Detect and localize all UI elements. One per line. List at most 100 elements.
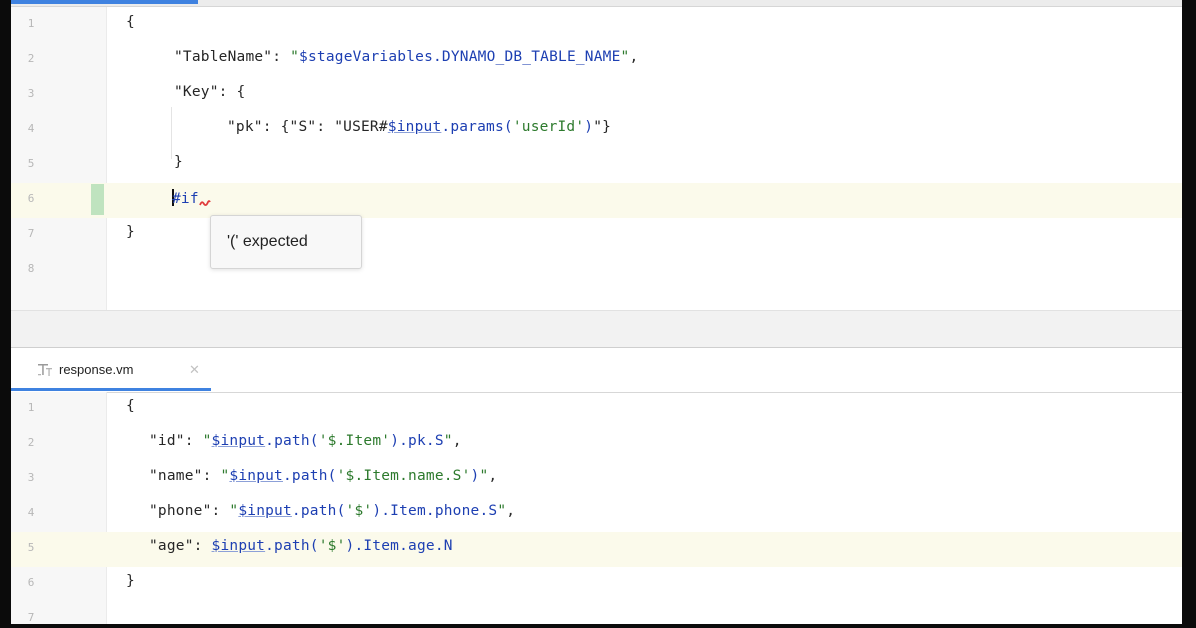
line-number: 4 — [27, 122, 35, 135]
line-number: 5 — [27, 157, 35, 170]
line-number: 6 — [27, 192, 35, 205]
code-token: #if — [172, 191, 199, 207]
code-token: $input — [238, 503, 292, 519]
pane-splitter[interactable] — [11, 310, 1182, 348]
error-tooltip-text: '(' expected — [227, 233, 308, 250]
code-token: " — [202, 433, 212, 449]
code-token: "age" — [149, 538, 194, 554]
code-token: '$' — [318, 538, 346, 554]
code-line[interactable]: 4 "pk": {"S": "USER#$input.params('userI… — [11, 113, 1182, 148]
code-token: , — [629, 49, 639, 65]
code-token: : — [193, 538, 212, 554]
code-token: .path( — [265, 538, 319, 554]
code-token: " — [229, 503, 239, 519]
code-token: $input — [387, 119, 442, 135]
code-line[interactable]: 1 { — [11, 8, 1182, 43]
code-token: , — [488, 468, 498, 484]
error-tooltip: '(' expected — [210, 215, 362, 269]
code-token: , — [452, 433, 462, 449]
code-token: $input — [229, 468, 283, 484]
code-text: "id": "$input.path('$.Item').pk.S", — [149, 433, 462, 449]
code-token: .path( — [265, 433, 319, 449]
code-text: } — [126, 224, 135, 240]
request-template-editor[interactable]: 1 { 2 "TableName": "$stageVariables.DYNA… — [11, 7, 1182, 310]
code-token: .path( — [291, 503, 346, 519]
code-text: { — [126, 398, 135, 414]
code-text: } — [126, 573, 135, 589]
code-token: } — [126, 573, 135, 589]
code-token: "USER# — [334, 119, 388, 135]
code-line[interactable]: 4 "phone": "$input.path('$').Item.phone.… — [11, 497, 1182, 532]
code-token: " — [290, 49, 300, 65]
code-token: : { — [262, 119, 290, 135]
code-token: : { — [218, 84, 246, 100]
code-token: "Key" — [174, 84, 219, 100]
code-line[interactable]: 2 "id": "$input.path('$.Item').pk.S", — [11, 427, 1182, 462]
code-token: " — [443, 433, 453, 449]
code-token: "} — [593, 119, 612, 135]
code-token: "TableName" — [174, 49, 273, 65]
code-text: "phone": "$input.path('$').Item.phone.S"… — [149, 503, 515, 519]
code-token: "id" — [149, 433, 185, 449]
code-token: '$.Item.name.S' — [336, 468, 471, 484]
code-text: #if — [172, 189, 211, 207]
code-line[interactable]: 7 — [11, 602, 1182, 624]
code-token: } — [174, 154, 183, 170]
code-line[interactable]: 5 } — [11, 148, 1182, 183]
code-token: '$' — [345, 503, 373, 519]
code-line[interactable]: 8 — [11, 253, 1182, 288]
line-number: 5 — [27, 541, 35, 554]
close-icon[interactable]: ✕ — [189, 362, 200, 378]
active-tab-indicator — [11, 0, 198, 4]
line-number: 1 — [27, 401, 35, 414]
error-squiggle-icon — [198, 200, 211, 206]
code-line[interactable]: 6 } — [11, 567, 1182, 602]
code-token: } — [126, 224, 135, 240]
ide-window: 1 { 2 "TableName": "$stageVariables.DYNA… — [0, 0, 1196, 628]
code-token: { — [126, 398, 135, 414]
code-token: .path( — [283, 468, 337, 484]
line-number: 7 — [27, 227, 35, 240]
tab-response-vm[interactable]: response.vm ✕ — [11, 348, 211, 391]
code-token: .DYNAMO_DB_TABLE_NAME — [433, 49, 621, 65]
line-number: 6 — [27, 576, 35, 589]
code-text: { — [126, 14, 135, 30]
code-token: : — [316, 119, 335, 135]
code-token: "name" — [149, 468, 203, 484]
code-text: } — [174, 154, 183, 170]
code-token: , — [506, 503, 516, 519]
code-token: ).Item.age.N — [345, 538, 453, 554]
code-token: " — [497, 503, 507, 519]
vcs-change-marker[interactable] — [91, 184, 104, 215]
code-line-current[interactable]: 5 "age": $input.path('$').Item.age.N — [11, 532, 1182, 567]
code-token: '$.Item' — [318, 433, 391, 449]
top-tab-strip — [11, 0, 1182, 7]
code-token: $input — [211, 538, 266, 554]
code-line[interactable]: 2 "TableName": "$stageVariables.DYNAMO_D… — [11, 43, 1182, 78]
code-token: ).pk.S — [390, 433, 444, 449]
code-line[interactable]: 3 "Key": { — [11, 78, 1182, 113]
code-token: $input — [211, 433, 266, 449]
code-line[interactable]: 3 "name": "$input.path('$.Item.name.S')"… — [11, 462, 1182, 497]
code-token: ) — [584, 119, 594, 135]
response-template-editor[interactable]: 1 { 2 "id": "$input.path('$.Item').pk.S"… — [11, 392, 1182, 624]
code-token: "phone" — [149, 503, 212, 519]
code-token: "S" — [289, 119, 317, 135]
line-number: 4 — [27, 506, 35, 519]
code-token: : — [202, 468, 221, 484]
code-line-current[interactable]: 6 #if — [11, 183, 1182, 218]
line-number: 3 — [27, 471, 35, 484]
line-number: 1 — [27, 17, 35, 30]
code-token: ).Item.phone.S — [372, 503, 498, 519]
code-token: "pk" — [227, 119, 263, 135]
tab-label: response.vm — [59, 362, 134, 377]
code-line[interactable]: 7 } — [11, 218, 1182, 253]
code-text: "name": "$input.path('$.Item.name.S')", — [149, 468, 497, 484]
code-line[interactable]: 1 { — [11, 392, 1182, 427]
code-token: : — [211, 503, 230, 519]
code-token: 'userId' — [512, 119, 585, 135]
line-number: 2 — [27, 436, 35, 449]
code-text: "TableName": "$stageVariables.DYNAMO_DB_… — [174, 49, 638, 65]
line-number: 3 — [27, 87, 35, 100]
line-number: 7 — [27, 611, 35, 624]
